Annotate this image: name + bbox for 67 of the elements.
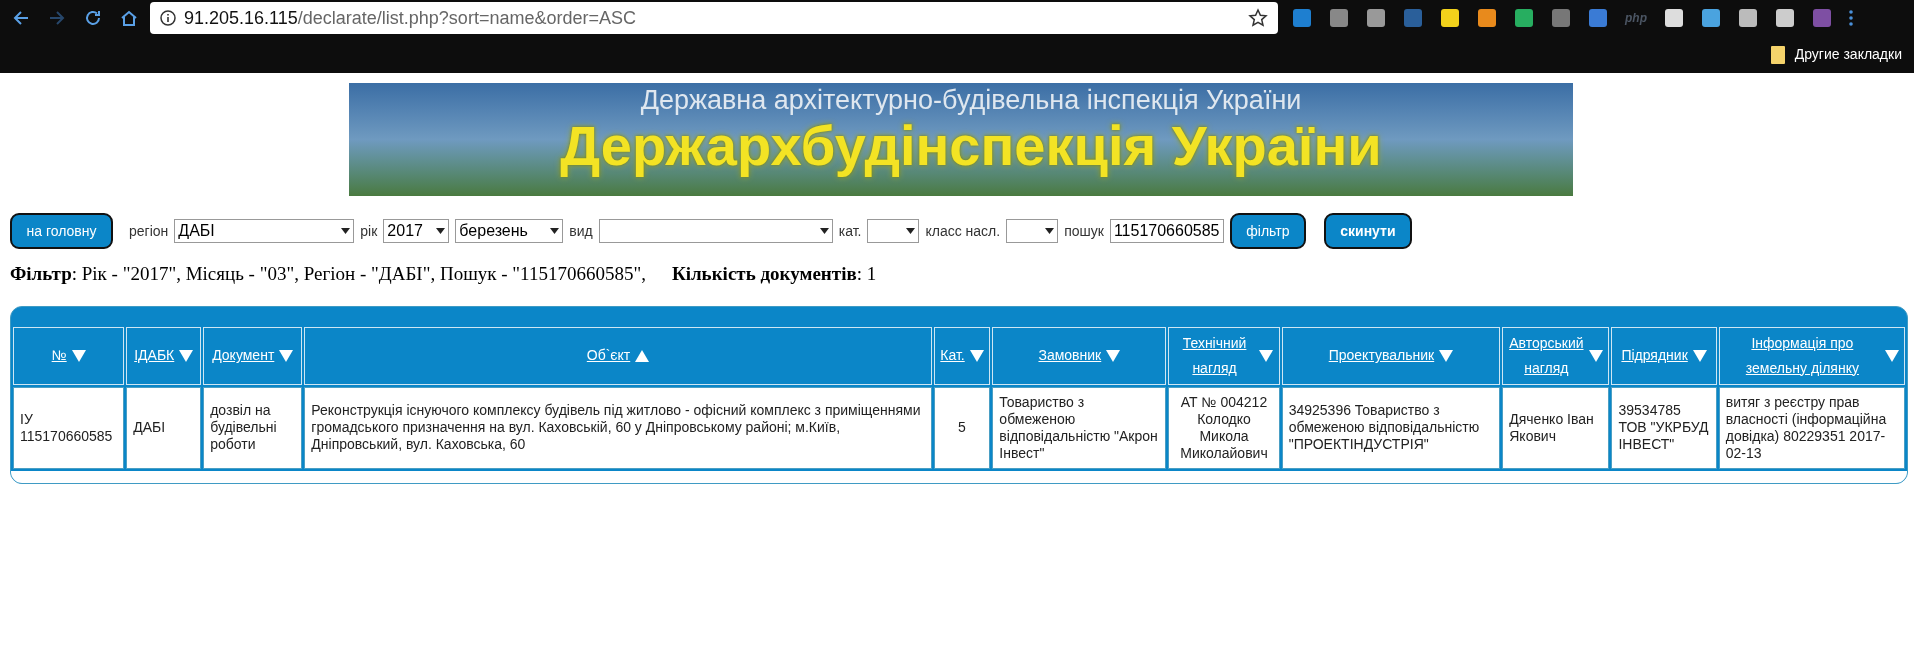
- caret-icon: [906, 228, 916, 234]
- table-cell: 5: [933, 386, 991, 469]
- reload-icon[interactable]: [84, 9, 102, 27]
- table-cell: ІУ 115170660585: [13, 386, 125, 469]
- url-text: 91.205.16.115/declarate/list.php?sort=name&order=ASC: [184, 6, 636, 30]
- dropdown[interactable]: [867, 219, 920, 243]
- table-cell: 39534785 ТОВ "УКРБУД ІНВЕСТ": [1611, 386, 1717, 469]
- field-label: пошук: [1064, 221, 1104, 241]
- dropdown[interactable]: [598, 219, 833, 243]
- home-icon[interactable]: [120, 9, 138, 27]
- column-sort-link[interactable]: Авторський нагляд: [1508, 330, 1584, 381]
- dropdown[interactable]: 2017: [383, 219, 450, 243]
- banner-title: Держархбудінспекція України: [559, 115, 1382, 177]
- extension-icon[interactable]: [1514, 8, 1534, 28]
- column-sort-link[interactable]: Документ: [212, 343, 275, 369]
- column-sort-link[interactable]: №: [51, 343, 67, 369]
- column-sort-link[interactable]: Інформація про земельну ділянку: [1725, 330, 1880, 381]
- home-button[interactable]: на головну: [10, 213, 113, 249]
- extension-icon[interactable]: php: [1625, 9, 1647, 27]
- extension-icon[interactable]: [1440, 8, 1460, 28]
- caret-icon: [341, 228, 351, 234]
- column-sort-link[interactable]: Технічний нагляд: [1174, 330, 1255, 381]
- extension-icon[interactable]: [1366, 8, 1386, 28]
- column-sort-link[interactable]: Проектувальник: [1328, 343, 1435, 369]
- table-cell: витяг з реєстру прав власності (інформаційна довідка) 80229351 2017-02-13: [1718, 386, 1905, 469]
- extension-icon[interactable]: [1775, 8, 1795, 28]
- extension-icon[interactable]: [1664, 8, 1684, 28]
- banner-subtitle: Державна архітектурно-будівельна інспекція України: [639, 84, 1302, 115]
- column-sort-link[interactable]: Кат.: [940, 343, 965, 369]
- column-sort-link[interactable]: Підрядник: [1621, 343, 1688, 369]
- dropdown[interactable]: березень: [455, 219, 564, 243]
- search-field[interactable]: 115170660585: [1109, 219, 1224, 243]
- dropdown[interactable]: ДАБІ: [174, 219, 355, 243]
- field-label: рік: [360, 221, 378, 241]
- filter-button[interactable]: фільтр: [1229, 213, 1306, 249]
- table-cell: Дяченко Іван Якович: [1502, 386, 1610, 469]
- field-label: регіон: [129, 221, 169, 241]
- table-cell: Товариство з обмеженою відповідальністю "Акрон Інвест": [992, 386, 1167, 469]
- field-label: вид: [569, 221, 593, 241]
- extension-icon[interactable]: [1701, 8, 1721, 28]
- info-icon[interactable]: [160, 10, 176, 26]
- table-cell: ДАБІ: [126, 386, 202, 469]
- caret-icon: [819, 228, 829, 234]
- extension-icon[interactable]: [1738, 8, 1758, 28]
- field-label: класс насл.: [925, 221, 1001, 241]
- caret-icon: [550, 228, 560, 234]
- table-cell: 34925396 Товариство з обмеженою відповідальністю "ПРОЕКТІНДУСТРІЯ": [1281, 386, 1501, 469]
- address-bar[interactable]: 91.205.16.115/declarate/list.php?sort=name&order=ASC: [150, 2, 1278, 34]
- column-sort-link[interactable]: ІДАБК: [134, 343, 175, 369]
- filter-summary: Фільтр: Рік - "2017", Місяць - "03", Регіон - "ДАБІ", Пошук - "115170660585",: [10, 262, 646, 286]
- column-sort-link[interactable]: Замовник: [1038, 343, 1102, 369]
- document-count: Кількість документів: 1: [671, 262, 877, 286]
- caret-icon: [1045, 228, 1055, 234]
- column-sort-link[interactable]: Об`єкт: [586, 343, 631, 369]
- star-icon[interactable]: [1248, 8, 1268, 28]
- reset-button[interactable]: скинути: [1323, 213, 1412, 249]
- caret-icon: [436, 228, 446, 234]
- extension-icon[interactable]: [1477, 8, 1497, 28]
- bookmarks-folder[interactable]: Другие закладки: [1794, 44, 1902, 65]
- dropdown[interactable]: [1006, 219, 1059, 243]
- folder-icon: [1770, 45, 1785, 64]
- back-icon[interactable]: [12, 9, 30, 27]
- table-cell: Реконструкція існуючого комплексу будівель під житлово - офісний комплекс з приміщеннями громадського призначення на вул. Каховській, 60 у Дніпровському районі; м.Київ, Дніпровський, вул. Каховська, 60: [304, 386, 932, 469]
- menu-icon[interactable]: [1849, 10, 1853, 26]
- field-label: кат.: [838, 221, 862, 241]
- table-cell: дозвіл на будівельні роботи: [203, 386, 303, 469]
- table-cell: АТ № 004212 Колодко Микола Миколайович: [1168, 386, 1280, 469]
